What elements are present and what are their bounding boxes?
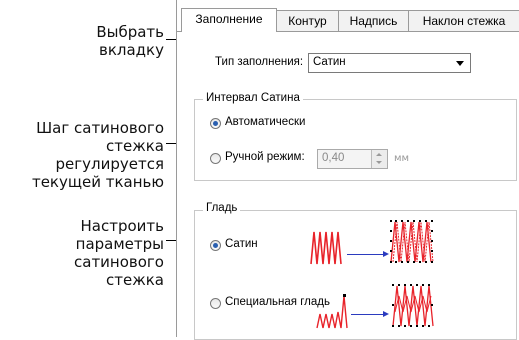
satin-radio[interactable] <box>210 240 221 251</box>
callout-line: Выбрать <box>96 23 164 41</box>
callout-line: вкладку <box>99 41 164 59</box>
satin-stitch-after-icon <box>390 220 434 263</box>
callout-line: Настроить <box>80 217 164 235</box>
satin-group <box>194 210 517 340</box>
properties-panel: Заполнение Контур Надпись Наклон стежка … <box>176 0 519 340</box>
callout-line: сатинового <box>74 253 164 271</box>
callout-stitch-spacing: Шаг сатинового стежка регулируется текущ… <box>32 119 164 191</box>
tab-lettering[interactable]: Надпись <box>338 10 409 31</box>
manual-label[interactable]: Ручной режим: <box>225 151 305 163</box>
callout-satin-params: Настроить параметры сатинового стежка <box>74 217 164 289</box>
satin-label[interactable]: Сатин <box>225 238 258 250</box>
callout-line: текущей тканью <box>31 173 164 191</box>
stepper-buttons[interactable] <box>371 150 387 168</box>
fill-type-label: Тип заполнения: <box>215 56 304 68</box>
tab-strip: Заполнение Контур Надпись Наклон стежка <box>177 8 519 32</box>
callout-line: стежка <box>106 137 164 155</box>
manual-spacing-value: 0,40 <box>322 152 345 164</box>
callout-select-tab: Выбрать вкладку <box>96 23 164 59</box>
arrow-down-icon[interactable] <box>376 161 382 164</box>
transform-arrow <box>347 251 389 257</box>
satin-group-title: Гладь <box>203 202 241 214</box>
satin-stitch-before-icon <box>310 231 342 265</box>
manual-spacing-stepper[interactable]: 0,40 <box>317 149 388 169</box>
arrow-up-icon[interactable] <box>376 153 382 156</box>
callout-line: Шаг сатинового <box>36 119 164 137</box>
fill-type-value: Сатин <box>313 56 346 68</box>
manual-radio[interactable] <box>210 153 221 164</box>
auto-radio[interactable] <box>210 118 221 129</box>
chevron-down-icon <box>456 61 464 66</box>
special-satin-radio[interactable] <box>210 298 221 309</box>
special-satin-after-icon <box>392 284 434 327</box>
auto-label[interactable]: Автоматически <box>225 116 305 128</box>
unit-label: мм <box>394 153 410 164</box>
callout-line: параметры <box>75 235 164 253</box>
transform-arrow <box>351 311 389 317</box>
fill-type-select[interactable]: Сатин <box>308 53 471 73</box>
tab-outline[interactable]: Контур <box>276 10 339 31</box>
tab-fill[interactable]: Заполнение <box>181 8 277 32</box>
spacing-group-title: Интервал Сатина <box>203 92 303 104</box>
callout-line: стежка <box>106 271 164 289</box>
special-satin-before-icon <box>316 294 348 329</box>
callout-line: регулируется <box>55 155 164 173</box>
tab-stitch-angle[interactable]: Наклон стежка <box>408 10 519 31</box>
